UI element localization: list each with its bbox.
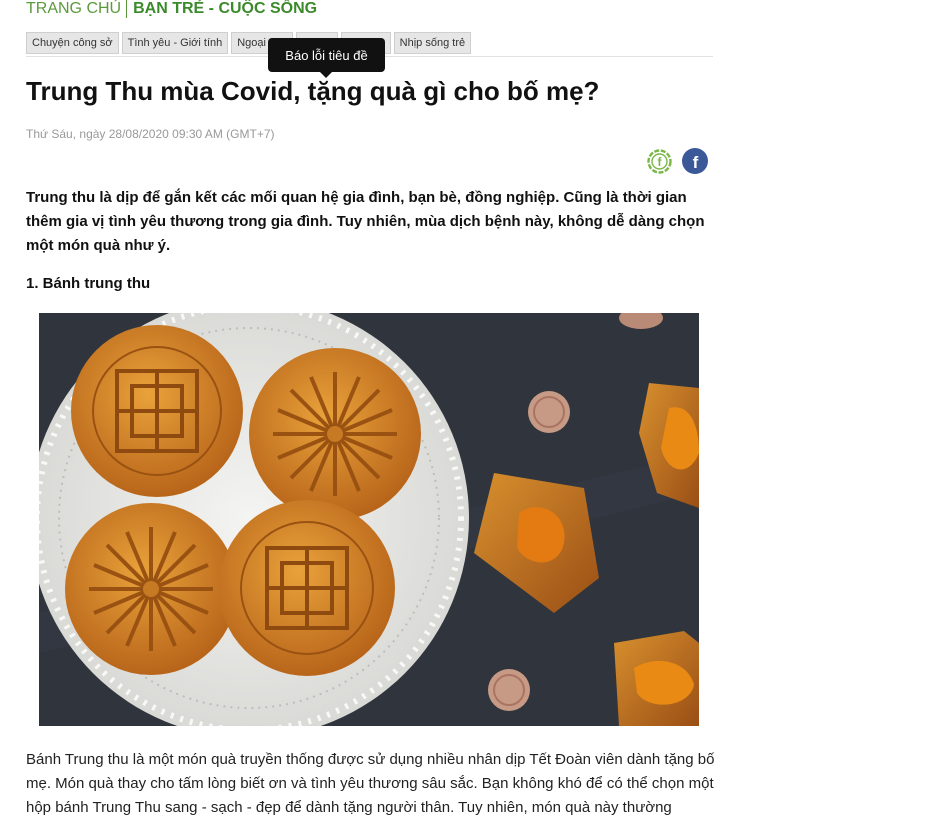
topic-tags: Chuyện công sở Tình yêu - Giới tính Ngoạ… <box>26 32 472 54</box>
svg-text:f: f <box>693 153 699 172</box>
article-dateline: Thứ Sáu, ngày 28/08/2020 09:30 AM (GMT+7… <box>26 127 275 141</box>
section-heading: 1. Bánh trung thu <box>26 275 151 292</box>
facebook-icon: f <box>693 153 699 172</box>
tag-tinh-yeu-gioi-tinh[interactable]: Tình yêu - Giới tính <box>121 32 229 54</box>
article-title: Trung Thu mùa Covid, tặng quà gì cho bố … <box>26 76 600 106</box>
breadcrumb-section-link[interactable]: BẠN TRẺ - CUỘC SỐNG <box>133 0 317 18</box>
breadcrumb-home-link[interactable]: TRANG CHỦ <box>26 0 121 18</box>
mooncake-photo <box>39 313 699 726</box>
tag-chuyen-cong-so[interactable]: Chuyện công sở <box>26 32 119 54</box>
breadcrumb: TRANG CHỦ BẠN TRẺ - CUỘC SỐNG <box>26 0 317 21</box>
svg-text:f: f <box>658 155 663 169</box>
share-f-button[interactable]: f <box>646 148 673 175</box>
article-body: Bánh Trung thu là một món quà truyền thố… <box>26 751 715 816</box>
facebook-share-button[interactable]: f <box>682 148 708 174</box>
share-f-icon: f <box>647 149 672 174</box>
tag-nhip-song-tre[interactable]: Nhịp sống trẻ <box>393 32 472 54</box>
article-lead: Trung thu là dịp để gắn kết các mối quan… <box>26 189 705 254</box>
breadcrumb-separator <box>126 0 128 18</box>
report-error-tooltip: Báo lỗi tiêu đề <box>268 38 385 78</box>
